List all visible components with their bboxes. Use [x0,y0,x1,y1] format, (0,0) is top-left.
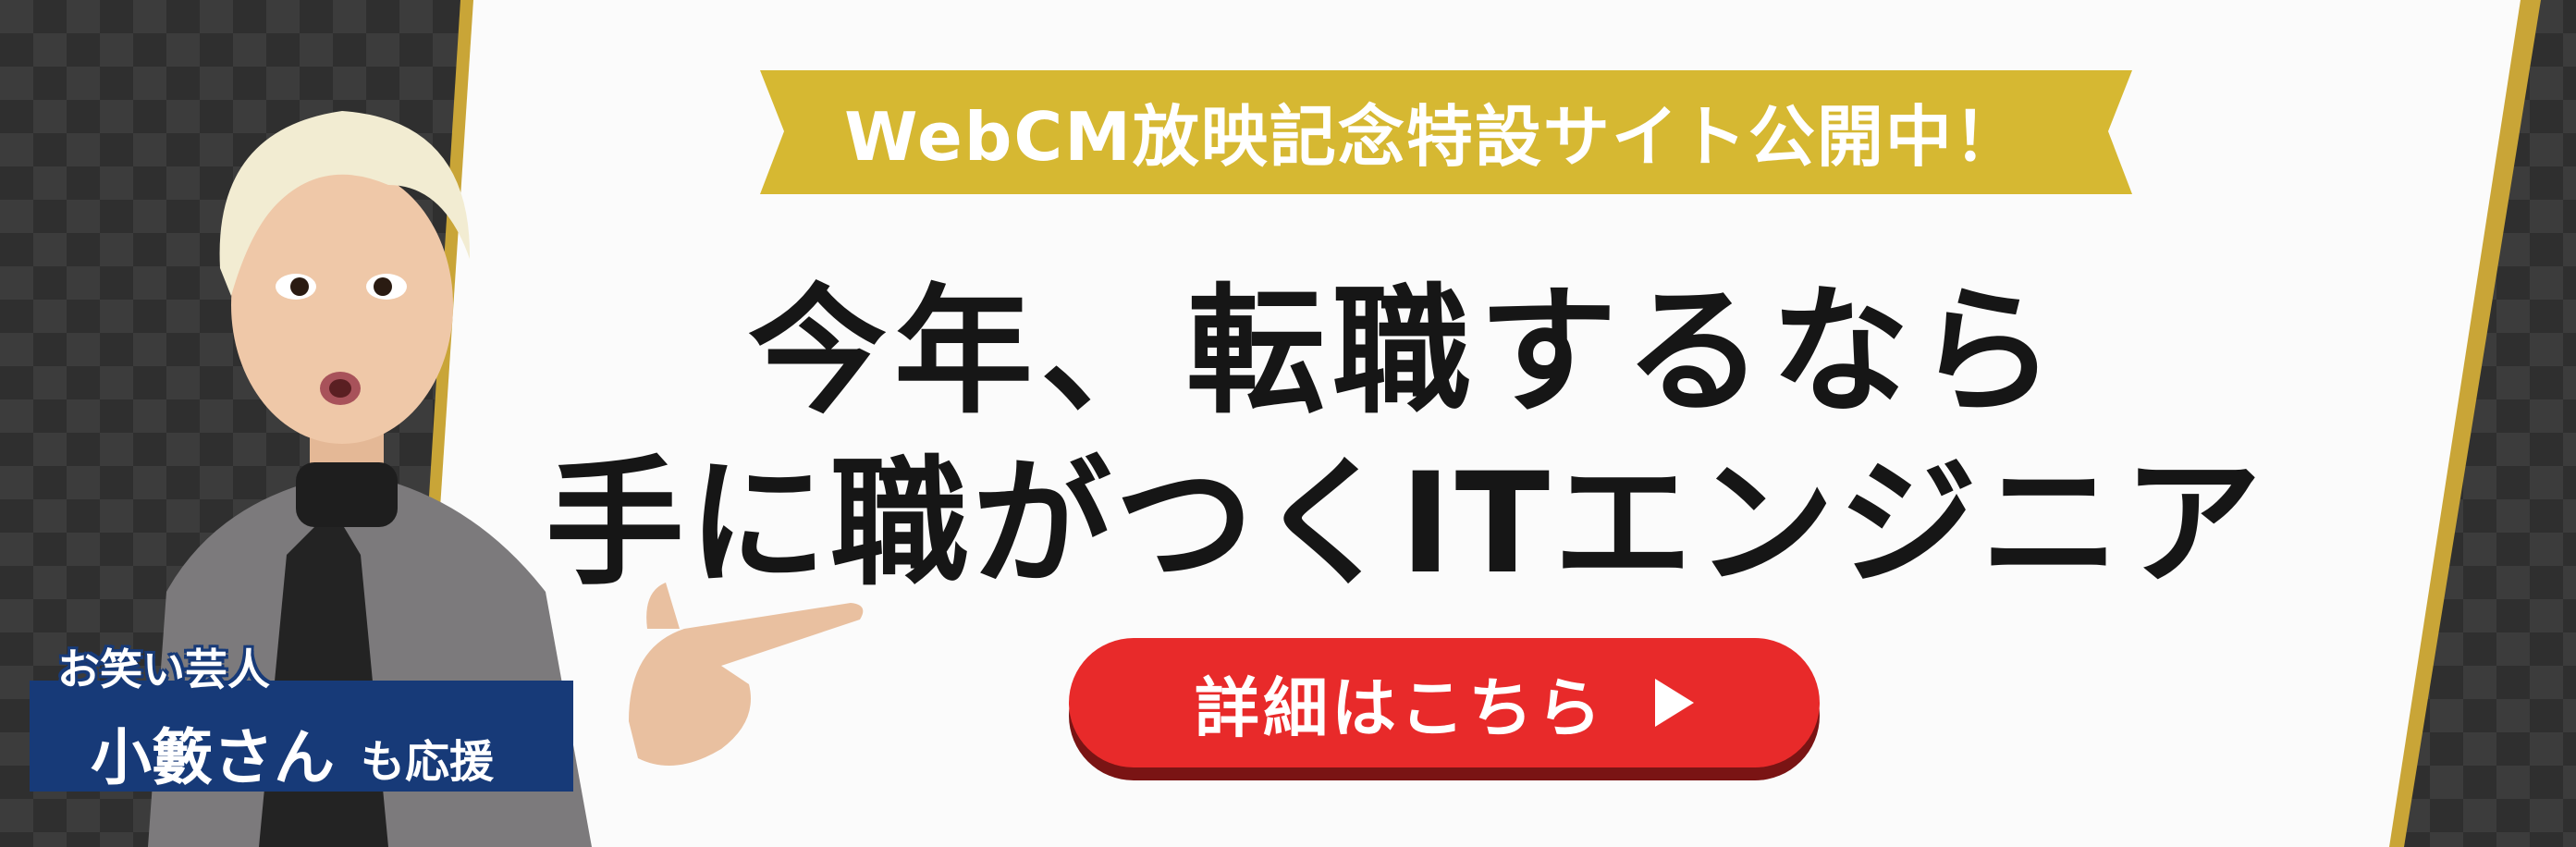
campaign-banner[interactable]: WebCM放映記念特設サイト公開中！ 今年、転職するなら 手に職がつくITエンジ… [0,0,2576,847]
details-button-label: 詳細はこちら [1195,669,1605,746]
badge-suffix: も応援 [361,736,495,788]
badge-subtitle: お笑い芸人 [57,644,270,694]
ribbon-text: WebCM放映記念特設サイト公開中！ [844,98,2022,176]
details-button[interactable]: 詳細はこちら [1069,638,1820,767]
play-triangle-icon [1655,679,1694,727]
badge-name: 小籔さん [91,722,335,793]
